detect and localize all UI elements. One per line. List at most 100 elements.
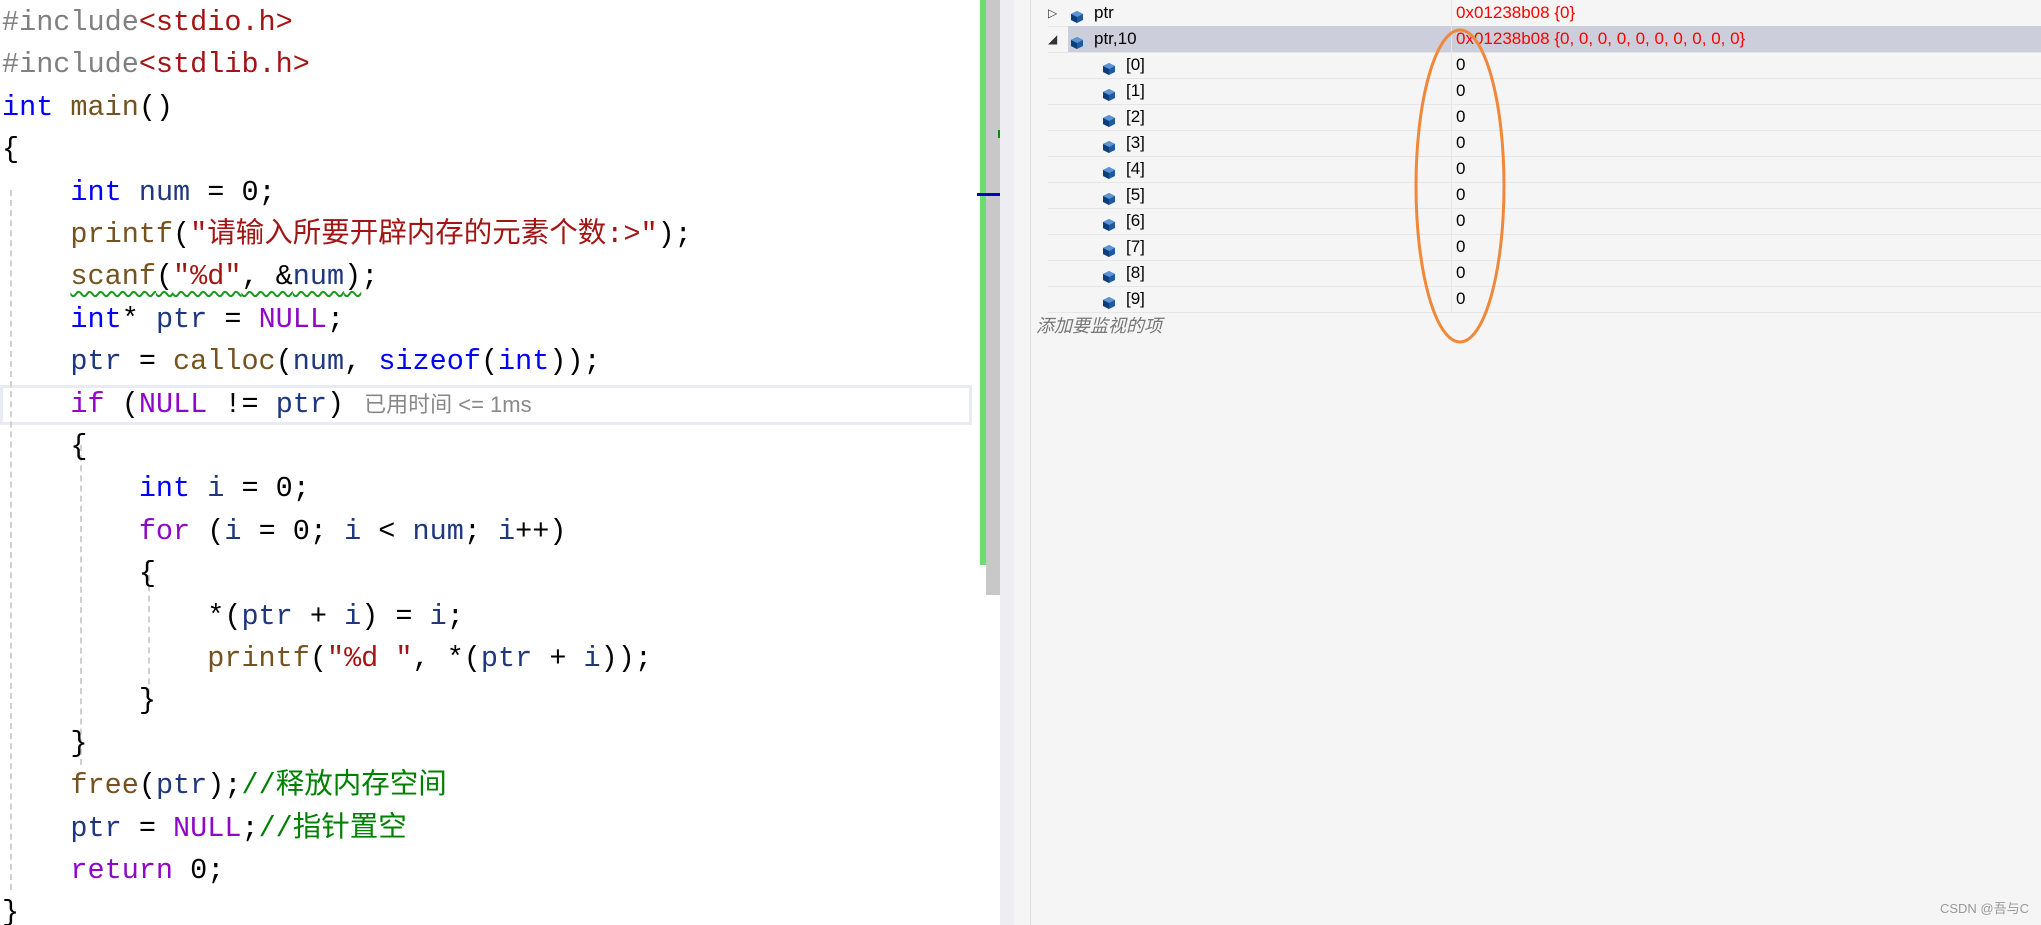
watch-name-cell: [9] xyxy=(1048,286,1451,312)
code-token: ; xyxy=(241,811,259,845)
code-line: if (NULL != ptr) 已用时间 <= 1ms xyxy=(2,384,531,426)
code-editor[interactable]: #include<stdio.h> #include<stdlib.h> int m… xyxy=(0,0,980,925)
code-token: int xyxy=(70,302,122,336)
code-line: for (i = 0; i < num; i++) xyxy=(2,511,567,553)
watch-value: 0 xyxy=(1451,78,2041,104)
watch-name-cell: [4] xyxy=(1048,156,1451,182)
watch-window: ▷ ptr 0x01238b08 {0} ◢ ptr,10 0x01238b08 {0, … xyxy=(1000,0,2041,925)
watch-name-cell: [7] xyxy=(1048,234,1451,260)
watch-value: 0 xyxy=(1451,260,2041,286)
watch-name: [4] xyxy=(1126,159,1145,178)
watch-row[interactable]: [8] 0 xyxy=(1048,260,2041,287)
watch-row[interactable]: [6] 0 xyxy=(1048,208,2041,235)
code-line: printf("请输入所要开辟内存的元素个数:>"); xyxy=(2,214,692,256)
variable-cube-icon xyxy=(1102,240,1116,257)
perf-tip-elapsed-time[interactable]: 已用时间 <= 1ms xyxy=(364,392,531,417)
watch-name: [1] xyxy=(1126,81,1145,100)
code-token: num xyxy=(292,345,345,379)
divider xyxy=(1030,0,1031,925)
code-token: ptr xyxy=(70,811,122,845)
code-token: ; xyxy=(327,302,345,336)
watch-name-cell: [5] xyxy=(1048,182,1451,208)
variable-cube-icon xyxy=(1102,266,1116,283)
watch-name: ptr,10 xyxy=(1094,29,1137,48)
watch-row[interactable]: [0] 0 xyxy=(1048,52,2041,79)
code-token: ( xyxy=(309,642,327,675)
code-token: ; xyxy=(361,260,379,294)
code-token: ); xyxy=(657,218,692,251)
watch-name: [5] xyxy=(1126,185,1145,204)
code-token: num xyxy=(292,260,345,294)
code-line: ptr = calloc(num, sizeof(int)); xyxy=(2,341,600,383)
code-token: NULL xyxy=(173,811,242,845)
code-line: #include<stdio.h> xyxy=(2,2,293,44)
code-token: < xyxy=(361,514,413,548)
add-watch-input[interactable]: 添加要监视的项 xyxy=(1036,312,1162,338)
watch-name: [7] xyxy=(1126,237,1145,256)
code-token: main xyxy=(70,90,139,124)
code-line: int* ptr = NULL; xyxy=(2,299,344,341)
code-token: i xyxy=(344,514,362,548)
code-token: free xyxy=(70,769,139,803)
collapse-triangle-icon[interactable]: ◢ xyxy=(1048,26,1057,52)
code-token: } xyxy=(138,684,156,718)
watch-row[interactable]: [9] 0 xyxy=(1048,286,2041,313)
watch-value: 0 xyxy=(1451,130,2041,156)
code-token: //释放内存空间 xyxy=(241,769,447,803)
code-token: NULL xyxy=(258,302,327,336)
code-token: int xyxy=(498,345,550,379)
watch-value: 0 xyxy=(1451,156,2041,182)
editor-scrollbar[interactable] xyxy=(986,0,1000,595)
watch-name: [3] xyxy=(1126,133,1145,152)
watch-name: [2] xyxy=(1126,107,1145,126)
code-token: i xyxy=(224,514,242,548)
watch-name-cell: ▷ ptr xyxy=(1048,0,1451,26)
code-token: ; xyxy=(463,514,499,548)
code-token: } xyxy=(70,726,88,760)
code-token: , & xyxy=(241,260,293,294)
watch-row[interactable]: [3] 0 xyxy=(1048,130,2041,157)
code-line: { xyxy=(2,129,19,171)
watch-row[interactable]: [7] 0 xyxy=(1048,234,2041,261)
code-token: ptr xyxy=(241,599,293,633)
code-token: () xyxy=(138,90,174,124)
watch-name-cell: [1] xyxy=(1048,78,1451,104)
watch-value: 0 xyxy=(1451,286,2041,312)
variable-cube-icon xyxy=(1102,136,1116,153)
expand-triangle-icon[interactable]: ▷ xyxy=(1048,0,1057,26)
watch-row[interactable]: [2] 0 xyxy=(1048,104,2041,131)
code-line: #include<stdlib.h> xyxy=(2,44,310,86)
code-token: ( xyxy=(155,260,174,294)
code-token: i xyxy=(344,599,362,633)
code-token: * xyxy=(121,302,156,336)
code-token: printf xyxy=(207,642,310,675)
code-line: int i = 0; xyxy=(2,468,310,510)
watch-row[interactable]: ▷ ptr 0x01238b08 {0} xyxy=(1048,0,2041,27)
variable-cube-icon xyxy=(1102,292,1116,309)
code-token: 0; xyxy=(173,854,225,887)
variable-cube-icon xyxy=(1102,58,1116,75)
code-token: NULL xyxy=(138,387,208,421)
code-token: , *( xyxy=(412,642,481,675)
watch-name-cell: [6] xyxy=(1048,208,1451,234)
watch-row[interactable]: ◢ ptr,10 0x01238b08 {0, 0, 0, 0, 0, 0, 0, … xyxy=(1048,26,2041,53)
code-token: ( xyxy=(190,514,225,548)
code-token: ptr xyxy=(480,642,533,675)
code-token: *( xyxy=(207,599,242,633)
code-token: num xyxy=(412,514,464,548)
watch-name: [8] xyxy=(1126,263,1145,282)
code-token: ( xyxy=(480,345,499,379)
watch-row[interactable]: [5] 0 xyxy=(1048,182,2041,209)
code-token: int xyxy=(138,472,191,506)
watch-row[interactable]: [4] 0 xyxy=(1048,156,2041,183)
watch-row[interactable]: [1] 0 xyxy=(1048,78,2041,105)
code-token: scanf xyxy=(70,260,156,294)
code-token: ); xyxy=(207,769,242,803)
